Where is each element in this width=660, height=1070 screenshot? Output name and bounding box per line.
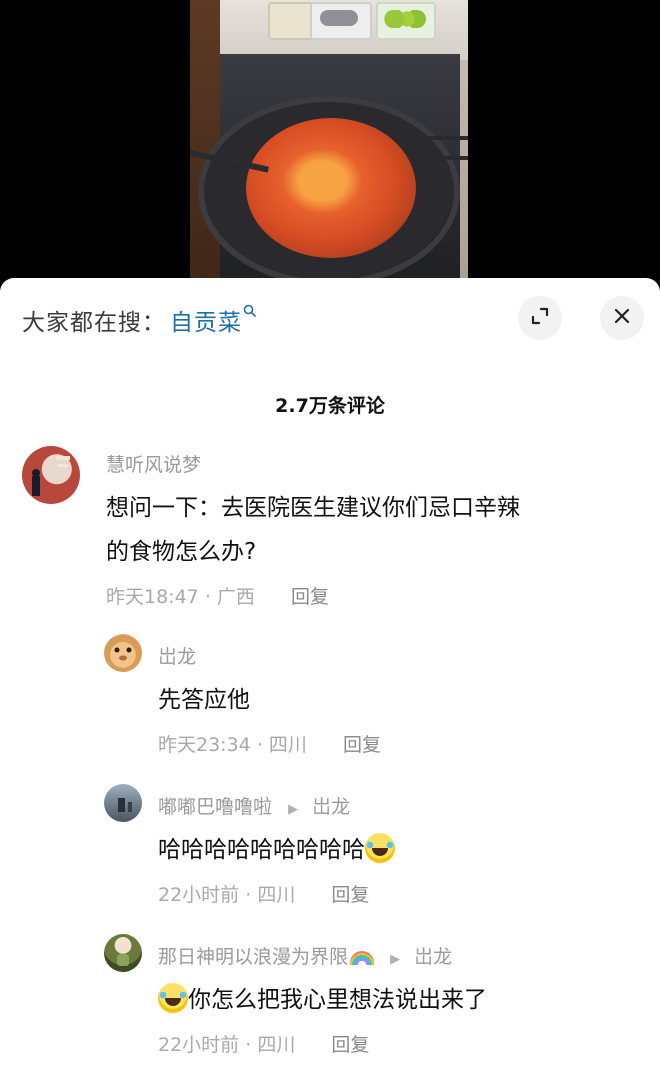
reply-item: 嘟嘟巴噜噜啦 ▶ 岀龙 哈哈哈哈哈哈哈哈哈 22小时前 · 四川 回复 bbox=[0, 780, 660, 920]
reply-username: 那日神明以浪漫为界限 ▶ 岀龙 bbox=[158, 942, 452, 969]
avatar[interactable] bbox=[104, 934, 142, 972]
reply-target-username[interactable]: 岀龙 bbox=[312, 796, 350, 818]
separator-dot: · bbox=[204, 586, 217, 608]
reply-username[interactable]: 岀龙 bbox=[158, 642, 196, 669]
wok bbox=[198, 96, 460, 286]
reply-location: 四川 bbox=[268, 734, 307, 756]
separator-dot: · bbox=[256, 734, 269, 756]
reply-text: 哈哈哈哈哈哈哈哈哈 bbox=[158, 837, 365, 863]
reply-time: 22小时前 bbox=[158, 884, 240, 906]
laughing-crying-emoji-icon bbox=[158, 982, 188, 1013]
reply-button[interactable]: 回复 bbox=[343, 734, 381, 756]
avatar[interactable] bbox=[104, 634, 142, 672]
countertop bbox=[220, 0, 468, 60]
reply-username: 嘟嘟巴噜噜啦 ▶ 岀龙 bbox=[158, 792, 350, 819]
ingredient-tray bbox=[310, 2, 372, 40]
comment-location: 广西 bbox=[216, 586, 255, 608]
wok-handle bbox=[428, 136, 468, 160]
reply-text-row: 哈哈哈哈哈哈哈哈哈 bbox=[158, 830, 395, 866]
reply-meta: 22小时前 · 四川 回复 bbox=[158, 880, 369, 907]
ingredient-tray bbox=[268, 2, 314, 40]
comment-item: 慧听风说梦 想问一下：去医院医生建议你们忌口辛辣 的食物怎么办? 昨天18:47… bbox=[0, 438, 660, 618]
expand-button[interactable] bbox=[518, 296, 562, 340]
separator-dot: · bbox=[245, 1034, 258, 1056]
comment-text: 想问一下：去医院医生建议你们忌口辛辣 bbox=[106, 495, 520, 521]
trending-search-term[interactable]: 自贡菜 bbox=[170, 303, 242, 337]
avatar[interactable] bbox=[22, 446, 80, 504]
reply-text: 先答应他 bbox=[158, 687, 250, 713]
video-frame bbox=[190, 0, 468, 290]
rainbow-icon bbox=[350, 950, 375, 965]
reply-username[interactable]: 嘟嘟巴噜噜啦 bbox=[158, 796, 272, 818]
separator-dot: · bbox=[245, 884, 258, 906]
trending-search-label: 大家都在搜： bbox=[22, 310, 166, 336]
chili-sauce bbox=[246, 118, 416, 258]
expand-icon bbox=[529, 305, 551, 331]
reply-button[interactable]: 回复 bbox=[331, 1034, 369, 1056]
reply-location: 四川 bbox=[257, 1034, 296, 1056]
reply-arrow-icon: ▶ bbox=[390, 952, 401, 967]
reply-button[interactable]: 回复 bbox=[291, 586, 329, 608]
comment-meta: 昨天18:47 · 广西 回复 bbox=[106, 582, 329, 609]
close-button[interactable] bbox=[600, 296, 644, 340]
reply-location: 四川 bbox=[257, 884, 296, 906]
comments-panel: 大家都在搜： 自贡菜 2.7万条评论 慧听风说梦 想问一下：去医院医生建议你们忌… bbox=[0, 278, 660, 1070]
reply-time: 22小时前 bbox=[158, 1034, 240, 1056]
comment-username[interactable]: 慧听风说梦 bbox=[106, 450, 201, 477]
reply-arrow-icon: ▶ bbox=[288, 802, 299, 817]
close-icon bbox=[613, 307, 631, 329]
reply-item: 岀龙 先答应他 昨天23:34 · 四川 回复 bbox=[0, 630, 660, 770]
avatar[interactable] bbox=[104, 784, 142, 822]
reply-meta: 22小时前 · 四川 回复 bbox=[158, 1030, 369, 1057]
comment-count: 2.7万条评论 bbox=[275, 395, 385, 417]
reply-target-username[interactable]: 岀龙 bbox=[414, 946, 452, 968]
reply-time: 昨天23:34 bbox=[158, 734, 251, 756]
search-icon bbox=[243, 304, 256, 321]
reply-text: 你怎么把我心里想法说出来了 bbox=[188, 987, 487, 1013]
video-player[interactable] bbox=[0, 0, 660, 290]
reply-meta: 昨天23:34 · 四川 回复 bbox=[158, 730, 381, 757]
reply-button[interactable]: 回复 bbox=[331, 884, 369, 906]
reply-username[interactable]: 那日神明以浪漫为界限 bbox=[158, 946, 348, 968]
comment-text: 的食物怎么办? bbox=[106, 539, 257, 565]
trending-search[interactable]: 大家都在搜： 自贡菜 bbox=[22, 298, 256, 342]
ingredient-tray bbox=[376, 2, 436, 40]
comment-time: 昨天18:47 bbox=[106, 586, 199, 608]
reply-item: 那日神明以浪漫为界限 ▶ 岀龙 你怎么把我心里想法说出来了 22小时前 · 四川… bbox=[0, 930, 660, 1070]
laughing-crying-emoji-icon bbox=[365, 832, 395, 863]
reply-text-row: 你怎么把我心里想法说出来了 bbox=[158, 980, 487, 1016]
